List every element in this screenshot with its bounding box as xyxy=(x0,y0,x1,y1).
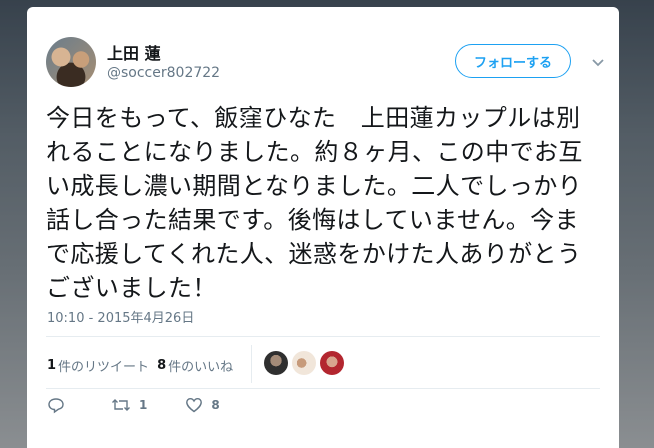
divider xyxy=(46,388,600,389)
tweet-timestamp[interactable]: 10:10 - 2015年4月26日 xyxy=(47,307,194,326)
retweets-label: 件のリツイート xyxy=(58,359,150,375)
retweets-stat[interactable]: 1 件のリツイート xyxy=(47,356,149,375)
tweet-card: 上田 蓮 @soccer802722 フォローする 今日をもって、飯窪ひなた 上… xyxy=(27,7,619,448)
retweets-count: 1 xyxy=(47,357,57,373)
reply-button[interactable] xyxy=(47,396,73,414)
tweet-text: 今日をもって、飯窪ひなた 上田蓮カップルは別れることになりました。約８ヶ月、この… xyxy=(46,104,583,302)
stats-separator xyxy=(251,345,252,383)
likes-label: 件のいいね xyxy=(168,359,234,375)
chevron-down-icon[interactable] xyxy=(591,56,605,70)
display-name[interactable]: 上田 蓮 xyxy=(107,40,161,64)
liker-avatar[interactable] xyxy=(292,351,316,375)
tweet-stats: 1 件のリツイート 8 件のいいね xyxy=(47,345,241,385)
like-button[interactable]: 8 xyxy=(185,396,220,414)
retweet-icon xyxy=(112,399,130,411)
reply-icon xyxy=(48,398,64,414)
divider xyxy=(46,336,600,337)
liker-avatar[interactable] xyxy=(264,351,288,375)
follow-button[interactable]: フォローする xyxy=(455,44,571,78)
tweet-actions: 1 8 xyxy=(47,396,258,414)
liker-avatar[interactable] xyxy=(320,351,344,375)
like-count: 8 xyxy=(211,398,220,412)
user-handle[interactable]: @soccer802722 xyxy=(107,65,220,81)
retweet-button[interactable]: 1 xyxy=(111,396,147,414)
heart-icon xyxy=(186,397,203,413)
avatar[interactable] xyxy=(46,37,96,87)
likes-count: 8 xyxy=(157,357,167,373)
tweet-header: 上田 蓮 @soccer802722 フォローする xyxy=(27,7,619,97)
likers-avatars xyxy=(264,351,348,375)
likes-stat[interactable]: 8 件のいいね xyxy=(157,356,233,375)
retweet-count: 1 xyxy=(139,398,148,412)
